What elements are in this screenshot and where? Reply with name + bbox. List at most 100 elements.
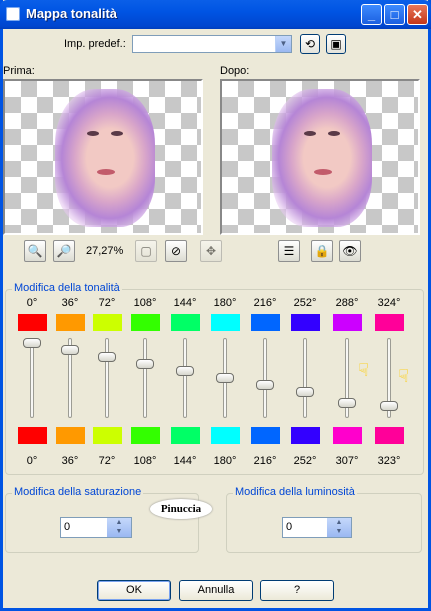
- preset-label: Imp. predef.:: [64, 38, 126, 50]
- hue-source-swatch: [18, 314, 47, 331]
- zoom-value: 27,27%: [86, 245, 124, 257]
- luminosity-spinner[interactable]: 0 ▲ ▼: [282, 517, 352, 538]
- zoom-reset-icon: ⊘: [170, 244, 182, 258]
- reset-preset-button[interactable]: ⟲: [300, 34, 320, 54]
- pan-icon: ✥: [205, 244, 217, 258]
- hue-source-swatch: [56, 314, 85, 331]
- hue-bottom-degree: 0°: [26, 455, 38, 467]
- hue-top-degree: 108°: [133, 297, 157, 309]
- pan-button[interactable]: ✥: [200, 240, 222, 262]
- title-bar[interactable]: Mappa tonalità _ □ ✕: [0, 0, 431, 29]
- app-icon: [6, 7, 20, 21]
- hue-top-degree: 0°: [26, 297, 38, 309]
- hue-source-swatch: [131, 314, 160, 331]
- hue-top-degree: 216°: [253, 297, 277, 309]
- hue-slider-track[interactable]: [105, 338, 109, 418]
- hue-slider-thumb[interactable]: [380, 401, 398, 411]
- hue-top-degree: 324°: [377, 297, 401, 309]
- hue-slider-thumb[interactable]: [61, 345, 79, 355]
- hue-slider-thumb[interactable]: [256, 380, 274, 390]
- eye-icon: 👁: [342, 244, 358, 258]
- auto-preview-button[interactable]: 👁: [339, 240, 361, 262]
- hue-slider-thumb[interactable]: [216, 373, 234, 383]
- hue-top-degree: 288°: [335, 297, 359, 309]
- portrait-image-preview: [272, 89, 372, 227]
- hue-target-swatch: [251, 427, 280, 444]
- hue-slider-track[interactable]: [183, 338, 187, 418]
- window-title: Mappa tonalità: [26, 6, 118, 21]
- spin-arrows-icon[interactable]: ▲ ▼: [327, 518, 351, 537]
- lock-preview-button[interactable]: 🔒: [311, 240, 333, 262]
- hue-target-swatch: [18, 427, 47, 444]
- fit-window-button[interactable]: ▢: [135, 240, 157, 262]
- saturation-legend: Modifica della saturazione: [12, 486, 144, 498]
- pointing-hand-icon: ☟: [358, 360, 369, 380]
- pointing-hand-icon: ☟: [398, 366, 409, 386]
- hue-slider-track[interactable]: [143, 338, 147, 418]
- hue-top-degree: 72°: [98, 297, 116, 309]
- hue-bottom-degree: 307°: [335, 455, 359, 467]
- before-preview[interactable]: [3, 79, 203, 235]
- hue-slider-thumb[interactable]: [136, 359, 154, 369]
- zoom-out-button[interactable]: 🔍: [24, 240, 46, 262]
- hue-source-swatch: [375, 314, 404, 331]
- hue-source-swatch: [251, 314, 280, 331]
- hue-slider-thumb[interactable]: [338, 397, 356, 408]
- luminosity-value: 0: [286, 521, 293, 533]
- hue-source-swatch: [333, 314, 362, 331]
- zoom-in-button[interactable]: 🔎: [53, 240, 75, 262]
- save-icon: ▣: [330, 37, 342, 51]
- hue-target-swatch: [131, 427, 160, 444]
- hue-legend: Modifica della tonalità: [12, 282, 122, 294]
- lock-icon: 🔒: [314, 244, 330, 258]
- save-preset-button[interactable]: ▣: [326, 34, 346, 54]
- hue-slider-track[interactable]: [30, 338, 34, 418]
- help-button[interactable]: ?: [260, 580, 334, 601]
- maximize-button[interactable]: □: [384, 4, 405, 25]
- zoom-in-icon: 🔎: [56, 244, 72, 258]
- saturation-spinner[interactable]: 0 ▲ ▼: [60, 517, 132, 538]
- toggle-preview-button[interactable]: ☰: [278, 240, 300, 262]
- fit-icon: ▢: [140, 244, 152, 258]
- saturation-value: 0: [64, 521, 71, 533]
- hue-slider-track[interactable]: [303, 338, 307, 418]
- hue-slider-thumb[interactable]: [176, 366, 194, 376]
- hue-bottom-degree: 252°: [293, 455, 317, 467]
- watermark-pinuccia: Pinuccia: [150, 499, 212, 519]
- hue-slider-thumb[interactable]: [98, 352, 116, 362]
- hue-slider-thumb[interactable]: [23, 338, 41, 348]
- hue-target-swatch: [291, 427, 320, 444]
- luminosity-legend: Modifica della luminosità: [233, 486, 357, 498]
- hue-slider-thumb[interactable]: [296, 387, 314, 397]
- minimize-button[interactable]: _: [361, 4, 382, 25]
- preset-combo[interactable]: ▼: [132, 35, 292, 53]
- hue-slider-track[interactable]: [263, 338, 267, 418]
- reset-icon: ⟲: [304, 37, 316, 51]
- hue-target-swatch: [333, 427, 362, 444]
- zoom-out-icon: 🔍: [27, 244, 43, 258]
- after-label: Dopo:: [220, 65, 250, 77]
- close-button[interactable]: ✕: [407, 4, 428, 25]
- zoom-100-button[interactable]: ⊘: [165, 240, 187, 262]
- chevron-down-icon[interactable]: ▼: [275, 36, 291, 52]
- hue-source-swatch: [171, 314, 200, 331]
- ok-button[interactable]: OK: [97, 580, 171, 601]
- hue-target-swatch: [375, 427, 404, 444]
- hue-source-swatch: [291, 314, 320, 331]
- hue-top-degree: 180°: [213, 297, 237, 309]
- hue-top-degree: 36°: [61, 297, 79, 309]
- hue-source-swatch: [93, 314, 122, 331]
- hue-bottom-degree: 72°: [98, 455, 116, 467]
- hue-bottom-degree: 36°: [61, 455, 79, 467]
- hue-bottom-degree: 180°: [213, 455, 237, 467]
- spin-arrows-icon[interactable]: ▲ ▼: [107, 518, 131, 537]
- hue-top-degree: 144°: [173, 297, 197, 309]
- hue-top-degree: 252°: [293, 297, 317, 309]
- hue-bottom-degree: 144°: [173, 455, 197, 467]
- cancel-button[interactable]: Annulla: [179, 580, 253, 601]
- list-icon: ☰: [283, 244, 295, 258]
- after-preview: [220, 79, 420, 235]
- hue-source-swatch: [211, 314, 240, 331]
- before-label: Prima:: [3, 65, 35, 77]
- hue-bottom-degree: 216°: [253, 455, 277, 467]
